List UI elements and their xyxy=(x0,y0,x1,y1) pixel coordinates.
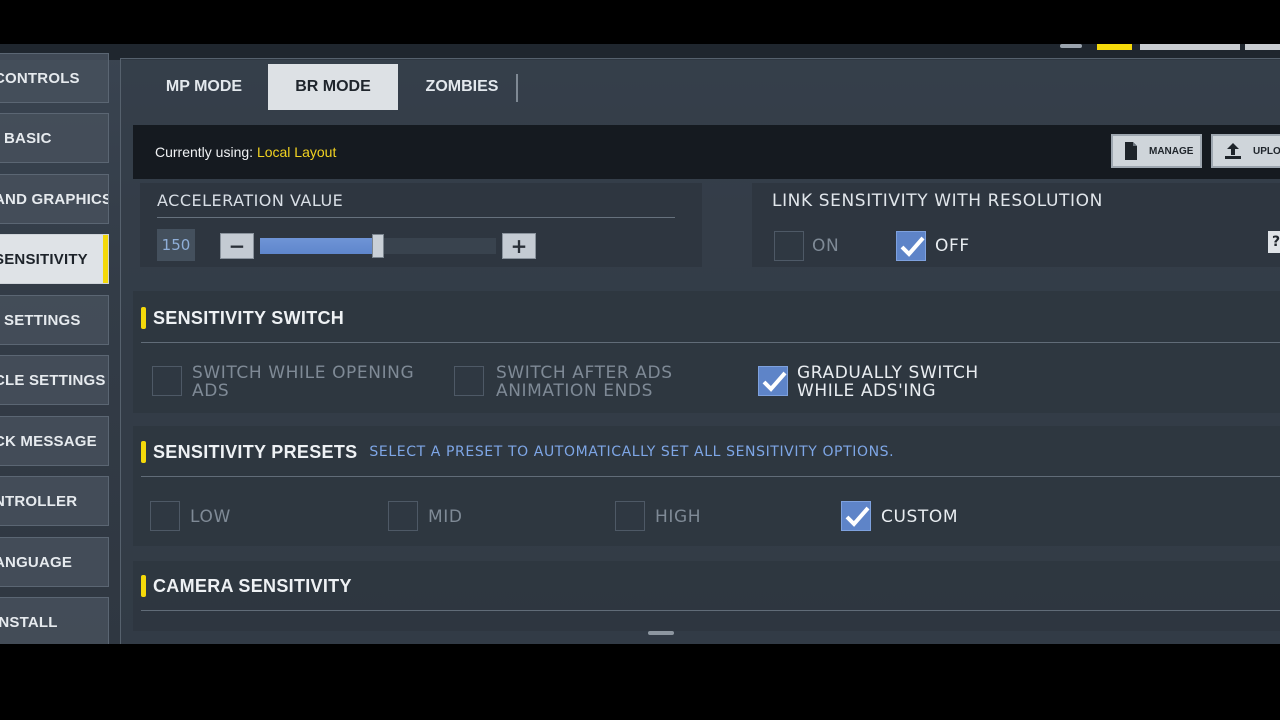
on-checkbox[interactable] xyxy=(774,231,804,261)
sidebar-item-label: AND GRAPHICS xyxy=(0,190,109,208)
decrease-button[interactable]: − xyxy=(220,233,254,259)
sidebar-item-label: ANGUAGE xyxy=(0,553,73,571)
divider xyxy=(141,476,1280,477)
sidebar-item-quick-message[interactable]: CK MESSAGE xyxy=(0,416,109,466)
layout-name: Local Layout xyxy=(256,144,337,160)
preset-low-label: LOW xyxy=(190,507,231,527)
help-icon[interactable]: ? xyxy=(1268,231,1280,253)
checkmark-icon xyxy=(900,236,925,257)
off-label: OFF xyxy=(935,236,970,256)
preset-custom-label: CUSTOM xyxy=(881,507,959,527)
layout-prefix: Currently using: xyxy=(155,144,254,160)
link-resolution-title: LINK SENSITIVITY WITH RESOLUTION xyxy=(772,191,1103,211)
top-indicator xyxy=(1060,44,1082,48)
increase-button[interactable]: + xyxy=(502,233,536,259)
game-settings-screen: CONTROLS BASIC AND GRAPHICS SENSITIVITY … xyxy=(0,44,1280,644)
tab-mp-mode[interactable]: MP MODE xyxy=(140,64,268,110)
sidebar-item-label: BASIC xyxy=(4,129,52,147)
sidebar-item-language[interactable]: ANGUAGE xyxy=(0,537,109,587)
section-title: CAMERA SENSITIVITY xyxy=(153,575,352,596)
camera-sensitivity-section: CAMERA SENSITIVITY xyxy=(133,561,1280,631)
checkmark-icon xyxy=(845,506,870,527)
link-resolution-setting: LINK SENSITIVITY WITH RESOLUTION ON OFF xyxy=(752,183,1280,267)
top-yellow-indicator xyxy=(1097,44,1132,50)
slider-fill xyxy=(260,238,378,254)
sidebar-item-label: CK MESSAGE xyxy=(0,432,97,450)
current-layout-label: Currently using: Local Layout xyxy=(155,144,336,160)
switch-while-opening-label: SWITCH WHILE OPENING ADS xyxy=(192,364,414,400)
section-header: CAMERA SENSITIVITY xyxy=(141,575,352,597)
sidebar-item-controls[interactable]: CONTROLS xyxy=(0,53,109,103)
divider xyxy=(141,610,1280,611)
off-checkbox[interactable] xyxy=(896,231,926,261)
slider-thumb[interactable] xyxy=(372,234,384,258)
document-icon xyxy=(1125,142,1137,160)
label-line: WHILE ADS'ING xyxy=(797,381,937,401)
sidebar-item-vehicle-settings[interactable]: CLE SETTINGS xyxy=(0,355,109,405)
section-title: SENSITIVITY SWITCH xyxy=(153,307,345,328)
preset-mid-label: MID xyxy=(428,507,463,527)
tab-label: ZOMBIES xyxy=(425,78,499,95)
tab-divider xyxy=(516,74,518,102)
presets-hint: SELECT A PRESET TO AUTOMATICALLY SET ALL… xyxy=(369,444,895,460)
sidebar-item-graphics[interactable]: AND GRAPHICS xyxy=(0,174,109,224)
sidebar-item-controller[interactable]: NTROLLER xyxy=(0,476,109,526)
preset-mid-checkbox[interactable] xyxy=(388,501,418,531)
mode-tabs: MP MODE BR MODE ZOMBIES xyxy=(140,64,526,110)
layout-bar: Currently using: Local Layout MANAGE UPL… xyxy=(133,125,1280,179)
label-line: SWITCH AFTER ADS xyxy=(496,363,673,383)
section-accent xyxy=(141,441,146,463)
sensitivity-presets-section: SENSITIVITY PRESETS SELECT A PRESET TO A… xyxy=(133,426,1280,546)
upload-label: UPLOA xyxy=(1253,145,1280,157)
scroll-indicator xyxy=(648,631,674,635)
preset-high-label: HIGH xyxy=(655,507,702,527)
tab-br-mode[interactable]: BR MODE xyxy=(268,64,398,110)
gradually-switch-label: GRADUALLY SWITCH WHILE ADS'ING xyxy=(797,364,979,400)
switch-while-opening-checkbox[interactable] xyxy=(152,366,182,396)
preset-custom-checkbox[interactable] xyxy=(841,501,871,531)
manage-layout-button[interactable]: MANAGE xyxy=(1111,134,1202,168)
sidebar-item-label: SETTINGS xyxy=(4,311,81,329)
gradually-switch-checkbox[interactable] xyxy=(758,366,788,396)
section-header: SENSITIVITY PRESETS SELECT A PRESET TO A… xyxy=(141,441,894,463)
top-button[interactable] xyxy=(1140,44,1240,50)
sidebar-item-label: NTROLLER xyxy=(0,492,78,510)
switch-after-ads-checkbox[interactable] xyxy=(454,366,484,396)
acceleration-value[interactable]: 150 xyxy=(157,229,195,261)
tab-zombies[interactable]: ZOMBIES xyxy=(398,64,526,110)
sidebar-item-label: CLE SETTINGS xyxy=(0,371,106,389)
sidebar-item-install[interactable]: INSTALL xyxy=(0,597,109,644)
section-header: SENSITIVITY SWITCH xyxy=(141,307,344,329)
sidebar-item-label: SENSITIVITY xyxy=(0,250,88,268)
section-accent xyxy=(141,575,146,597)
acceleration-title: ACCELERATION VALUE xyxy=(157,191,344,210)
top-button-2[interactable] xyxy=(1245,44,1280,50)
sidebar-item-settings[interactable]: SETTINGS xyxy=(0,295,109,345)
acceleration-slider[interactable] xyxy=(260,234,496,258)
sidebar-item-label: CONTROLS xyxy=(0,69,80,87)
label-line: ADS xyxy=(192,381,230,401)
on-label: ON xyxy=(812,236,840,256)
checkmark-icon xyxy=(762,371,787,392)
section-accent xyxy=(141,307,146,329)
sidebar-item-sensitivity[interactable]: SENSITIVITY xyxy=(0,234,109,284)
divider xyxy=(141,342,1280,343)
tab-label: MP MODE xyxy=(165,78,243,95)
switch-after-ads-label: SWITCH AFTER ADS ANIMATION ENDS xyxy=(496,364,673,400)
label-line: SWITCH WHILE OPENING xyxy=(192,363,415,383)
preset-high-checkbox[interactable] xyxy=(615,501,645,531)
upload-layout-button[interactable]: UPLOA xyxy=(1211,134,1280,168)
manage-label: MANAGE xyxy=(1149,145,1194,157)
upload-icon xyxy=(1225,143,1241,159)
section-title: SENSITIVITY PRESETS xyxy=(153,441,358,462)
sidebar-item-label: INSTALL xyxy=(0,613,58,631)
sidebar-item-basic[interactable]: BASIC xyxy=(0,113,109,163)
preset-low-checkbox[interactable] xyxy=(150,501,180,531)
divider xyxy=(157,217,675,218)
acceleration-setting: ACCELERATION VALUE 150 − + xyxy=(140,183,702,267)
tab-label: BR MODE xyxy=(295,78,371,95)
label-line: ANIMATION ENDS xyxy=(496,381,653,401)
label-line: GRADUALLY SWITCH xyxy=(797,363,979,383)
sensitivity-switch-section: SENSITIVITY SWITCH SWITCH WHILE OPENING … xyxy=(133,291,1280,413)
